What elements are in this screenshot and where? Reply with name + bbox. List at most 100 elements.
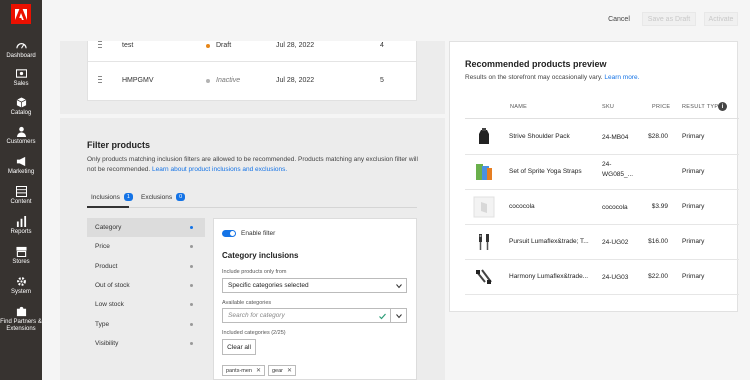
indicator-dot-icon (190, 322, 193, 326)
nav-marketing[interactable]: Marketing (0, 156, 42, 176)
filter-type-label: Low stock (95, 301, 124, 309)
product-price: $28.00 (648, 133, 668, 140)
close-icon[interactable]: ✕ (287, 367, 292, 374)
cancel-button[interactable]: Cancel (604, 12, 634, 26)
filter-type-low-stock[interactable]: Low stock (87, 295, 205, 314)
nav-catalog[interactable]: Catalog (0, 97, 42, 117)
nav-system[interactable]: System (0, 276, 42, 296)
megaphone-icon (16, 156, 25, 167)
learn-inclusions-link[interactable]: Learn about product inclusions and exclu… (152, 166, 287, 173)
indicator-dot-icon (190, 264, 193, 268)
filter-type-price[interactable]: Price (87, 237, 205, 256)
nav-stores[interactable]: Stores (0, 246, 42, 266)
result-type: Primary (682, 238, 705, 245)
rule-position: 5 (380, 77, 384, 84)
drag-handle-icon[interactable] (98, 76, 102, 86)
product-thumbnail-straps (476, 164, 492, 180)
nav-reports[interactable]: Reports (0, 216, 42, 236)
subtitle-text: Results on the storefront may occasional… (465, 74, 603, 81)
select-value: Specific categories selected (228, 282, 309, 289)
category-tag: pants-men ✕ (222, 365, 266, 376)
filter-type-list: Category Price Product Out of stock Low … (87, 218, 205, 353)
table-row[interactable]: Strive Shoulder Pack 24-MB04 $28.00 Prim… (465, 120, 739, 155)
rules-panel: test Draft Jul 28, 2022 4 HMPGMV Inactiv… (60, 41, 445, 114)
status-badge: Draft (206, 42, 231, 49)
product-price: $3.99 (651, 203, 668, 210)
column-header-result-type: RESULT TYPE (682, 104, 723, 110)
header-divider (465, 118, 739, 119)
nav-find-partners[interactable]: Find Partners & Extensions (0, 306, 42, 333)
learn-more-link[interactable]: Learn more. (604, 74, 639, 81)
drag-handle-icon[interactable] (98, 41, 102, 51)
filter-type-label: Price (95, 243, 110, 251)
indicator-dot-icon (190, 245, 193, 249)
filter-type-out-of-stock[interactable]: Out of stock (87, 276, 205, 295)
result-type: Primary (682, 168, 705, 175)
nav-label: Reports (10, 229, 32, 235)
bar-chart-icon (16, 216, 26, 227)
rule-name: HMPGMV (122, 77, 154, 84)
nav-label: Sales (13, 81, 29, 87)
status-dot-icon (206, 78, 210, 83)
enable-filter-toggle[interactable] (222, 230, 236, 237)
result-type: Primary (682, 273, 705, 280)
filter-title: Filter products (87, 140, 151, 150)
chevron-down-icon[interactable] (396, 313, 402, 319)
product-name: cococola (509, 203, 535, 210)
close-icon[interactable]: ✕ (256, 367, 261, 374)
nav-content[interactable]: Content (0, 186, 42, 206)
filter-type-label: Visibility (95, 339, 119, 347)
filter-description: Only products matching inclusion filters… (87, 155, 427, 175)
rule-date: Jul 28, 2022 (276, 42, 315, 49)
table-row[interactable]: HMPGMV Inactive Jul 28, 2022 5 (88, 66, 416, 96)
active-tab-indicator (87, 206, 129, 208)
include-from-label: Include products only from (222, 269, 287, 275)
nav-sales[interactable]: Sales (0, 68, 42, 88)
result-type: Primary (682, 203, 705, 210)
check-icon (379, 313, 386, 320)
admin-sidebar: Dashboard Sales Catalog Customers Market… (0, 0, 42, 380)
nav-dashboard[interactable]: Dashboard (0, 40, 42, 60)
include-from-select[interactable]: Specific categories selected (222, 278, 407, 293)
activate-button[interactable]: Activate (704, 12, 738, 26)
filter-type-category[interactable]: Category (87, 218, 205, 238)
filter-type-product[interactable]: Product (87, 257, 205, 276)
filter-type-visibility[interactable]: Visibility (87, 334, 205, 353)
tab-label: Inclusions (91, 193, 120, 201)
indicator-dot-icon (190, 226, 193, 230)
clear-all-button[interactable]: Clear all (222, 339, 256, 355)
nav-customers[interactable]: Customers (0, 126, 42, 146)
indicator-dot-icon (190, 284, 193, 288)
save-draft-button[interactable]: Save as Draft (642, 12, 696, 26)
product-sku: 24-WG085_... (602, 161, 634, 178)
table-row[interactable]: Pursuit Lumaflex&trade; T... 24-UG02 $16… (465, 225, 739, 260)
product-price: $22.00 (648, 273, 668, 280)
recommended-preview-panel: Recommended products preview Results on … (449, 41, 739, 312)
product-name: Harmony Lumaflex&trade... (509, 273, 589, 280)
table-row[interactable]: Set of Sprite Yoga Straps 24-WG085_... P… (465, 155, 739, 190)
indicator-dot-icon (190, 303, 193, 307)
product-name: Pursuit Lumaflex&trade; T... (509, 238, 589, 245)
tab-exclusions[interactable]: Exclusions 0 (141, 193, 186, 201)
adobe-logo-icon[interactable] (11, 4, 31, 24)
product-sku: 24-MB04 (602, 134, 629, 141)
nav-label: System (10, 289, 31, 295)
table-row[interactable]: test Draft Jul 28, 2022 4 (88, 31, 416, 62)
category-search-input[interactable]: Search for category (222, 308, 407, 323)
info-icon[interactable]: i (718, 102, 727, 111)
filter-type-label: Out of stock (95, 282, 130, 290)
product-placeholder-icon (473, 196, 495, 218)
dollar-icon (15, 69, 27, 78)
status-dot-icon (206, 43, 210, 48)
preview-title: Recommended products preview (465, 59, 607, 69)
table-row[interactable]: cococola cococola $3.99 Primary (465, 190, 739, 225)
table-row[interactable]: Harmony Lumaflex&trade... 24-UG03 $22.00… (465, 260, 739, 295)
filter-type-type[interactable]: Type (87, 314, 205, 333)
row-divider (88, 61, 416, 62)
tag-label: gear (272, 367, 284, 374)
column-header-name: NAME (510, 104, 528, 110)
rule-position: 4 (380, 42, 384, 49)
product-sku: 24-UG03 (602, 274, 629, 281)
tab-inclusions[interactable]: Inclusions 1 (91, 193, 133, 201)
indicator-dot-icon (190, 341, 193, 345)
